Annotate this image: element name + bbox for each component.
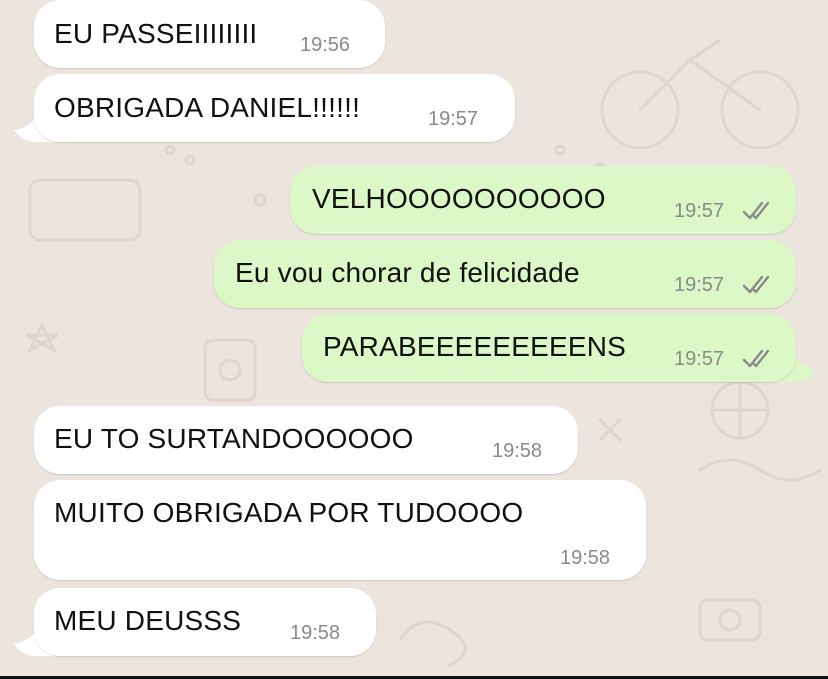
message-text: MUITO OBRIGADA POR TUDOOOO [54,497,524,528]
double-check-icon [742,349,770,368]
message-timestamp: 19:56 [300,34,351,56]
message-text: EU TO SURTANDOOOOOO [54,423,414,454]
message-timestamp: 19:57 [428,108,479,130]
message-text: VELHOOOOOOOOOO [312,183,606,214]
message-bubble-incoming[interactable]: MUITO OBRIGADA POR TUDOOOO 19:58 [34,480,646,580]
message-bubble-incoming[interactable]: EU TO SURTANDOOOOOO 19:58 [34,406,578,474]
message-text: MEU DEUSSS [54,605,242,636]
message-text: PARABEEEEEEEEENS [323,331,627,362]
message-timestamp: 19:58 [492,440,543,462]
message-timestamp: 19:57 [674,274,725,296]
message-bubble-outgoing[interactable]: PARABEEEEEEEEENS 19:57 [302,314,796,382]
message-timestamp: 19:57 [674,348,725,370]
message-timestamp: 19:58 [560,547,611,569]
double-check-icon [742,201,770,220]
message-text: OBRIGADA DANIEL!!!!!! [54,92,361,123]
message-bubble-incoming[interactable]: EU PASSEIIIIIIII 19:56 [34,0,385,68]
message-bubble-incoming[interactable]: MEU DEUSSS 19:58 [34,588,376,656]
message-bubble-outgoing[interactable]: VELHOOOOOOOOOO 19:57 [290,166,796,234]
message-timestamp: 19:57 [674,200,725,222]
message-bubble-incoming[interactable]: OBRIGADA DANIEL!!!!!! 19:57 [34,74,515,142]
message-bubble-outgoing[interactable]: Eu vou chorar de felicidade 19:57 [214,240,796,308]
message-text: EU PASSEIIIIIIII [54,18,258,49]
message-timestamp: 19:58 [290,622,341,644]
double-check-icon [742,275,770,294]
message-text: Eu vou chorar de felicidade [235,257,580,288]
